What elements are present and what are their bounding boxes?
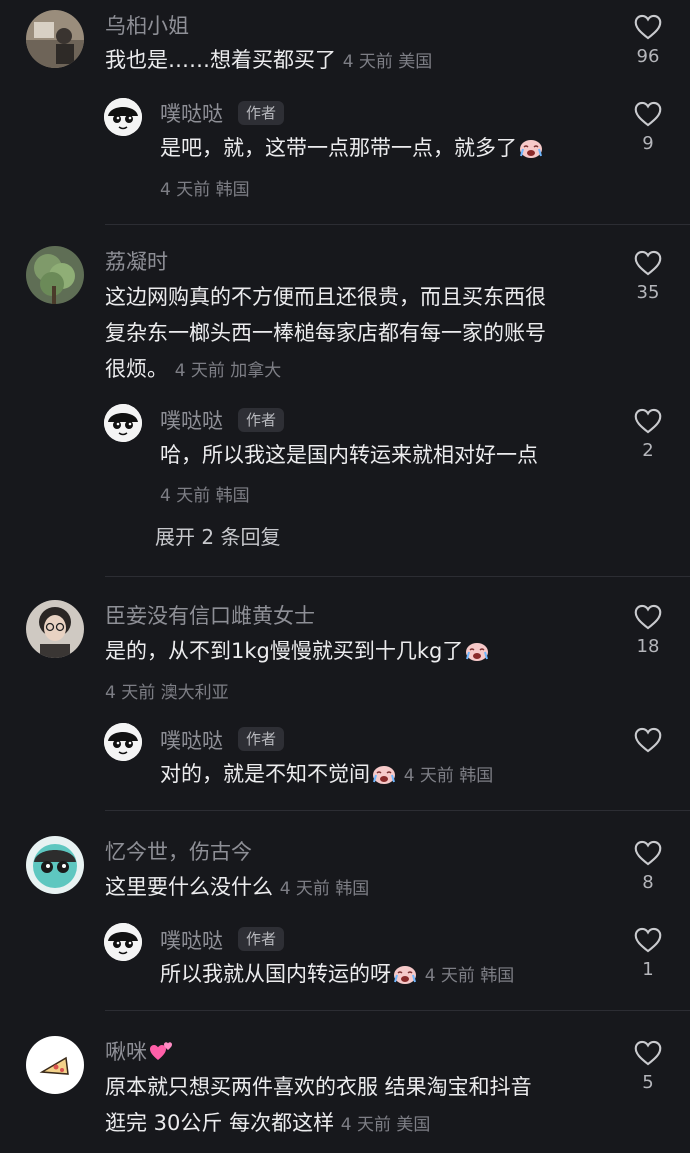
reply-meta: 4 天前 韩国 bbox=[160, 486, 250, 506]
author-badge: 作者 bbox=[238, 101, 285, 125]
heart-outline-icon bbox=[634, 604, 662, 630]
like-count: 96 bbox=[636, 46, 660, 67]
heart-outline-icon bbox=[634, 250, 662, 276]
crying-emoji-icon bbox=[520, 140, 542, 158]
like-button[interactable] bbox=[628, 727, 668, 753]
crying-emoji-icon bbox=[466, 643, 489, 661]
reply-meta: 4 天前 韩国 bbox=[424, 966, 515, 986]
comment-text: 我也是……想着买都买了 4 天前 美国 bbox=[105, 48, 433, 72]
author-badge: 作者 bbox=[238, 408, 285, 432]
comment-meta: 4 天前 美国 bbox=[340, 1115, 431, 1135]
comment-text: 逛完 30公斤 每次都这样 4 天前 美国 bbox=[105, 1111, 431, 1135]
pink-hearts-emoji-icon bbox=[150, 1042, 172, 1060]
reply-username[interactable]: 噗哒哒 bbox=[160, 925, 223, 955]
comment-meta: 4 天前 美国 bbox=[342, 52, 433, 72]
avatar[interactable] bbox=[26, 246, 84, 304]
avatar[interactable] bbox=[26, 1036, 84, 1094]
crying-emoji-icon bbox=[373, 766, 395, 784]
expand-replies-link[interactable]: 展开 2 条回复 bbox=[155, 521, 280, 550]
divider bbox=[105, 810, 690, 811]
comment-meta: 4 天前 加拿大 bbox=[174, 361, 282, 381]
author-avatar[interactable] bbox=[104, 404, 142, 442]
comment-username[interactable]: 臣妾没有信口雌黄女士 bbox=[105, 600, 315, 630]
heart-outline-icon bbox=[634, 408, 662, 434]
divider bbox=[105, 576, 690, 577]
heart-outline-icon bbox=[634, 101, 662, 127]
comment-username[interactable]: 啾咪 bbox=[105, 1036, 175, 1066]
heart-outline-icon bbox=[634, 840, 662, 866]
avatar[interactable] bbox=[26, 836, 84, 894]
avatar[interactable] bbox=[26, 10, 84, 68]
crying-emoji-icon bbox=[394, 966, 416, 984]
like-count: 9 bbox=[642, 133, 654, 154]
author-avatar[interactable] bbox=[104, 723, 142, 761]
heart-outline-icon bbox=[634, 927, 662, 953]
author-badge: 作者 bbox=[238, 727, 285, 751]
reply-text: 对的，就是不知不觉间 4 天前 韩国 bbox=[160, 762, 494, 786]
comment-username[interactable]: 荔凝时 bbox=[105, 246, 168, 276]
like-button[interactable]: 5 bbox=[628, 1040, 668, 1093]
like-button[interactable]: 9 bbox=[628, 101, 668, 154]
like-count: 35 bbox=[636, 282, 660, 303]
reply-username[interactable]: 噗哒哒 bbox=[160, 405, 223, 435]
like-count: 5 bbox=[642, 1072, 654, 1093]
reply-meta: 4 天前 韩国 bbox=[403, 766, 494, 786]
reply-text: 所以我就从国内转运的呀 4 天前 韩国 bbox=[160, 962, 515, 986]
like-button[interactable]: 2 bbox=[628, 408, 668, 461]
author-avatar[interactable] bbox=[104, 923, 142, 961]
divider bbox=[105, 1010, 690, 1011]
reply-username[interactable]: 噗哒哒 bbox=[160, 98, 223, 128]
divider bbox=[105, 224, 690, 225]
like-button[interactable]: 18 bbox=[628, 604, 668, 657]
comment-text: 很烦。 4 天前 加拿大 bbox=[105, 357, 282, 381]
avatar[interactable] bbox=[26, 600, 84, 658]
comment-meta: 4 天前 韩国 bbox=[279, 879, 370, 899]
reply-text: 是吧，就，这带一点那带一点，就多了 bbox=[160, 130, 544, 166]
reply-username[interactable]: 噗哒哒 bbox=[160, 725, 223, 755]
like-count: 1 bbox=[642, 959, 654, 980]
reply-text: 哈，所以我这是国内转运来就相对好一点 bbox=[160, 443, 538, 467]
comment-meta: 4 天前 澳大利亚 bbox=[105, 683, 229, 703]
like-count: 8 bbox=[642, 872, 654, 893]
heart-outline-icon bbox=[634, 1040, 662, 1066]
heart-outline-icon bbox=[634, 727, 662, 753]
like-count: 2 bbox=[642, 440, 654, 461]
comment-username[interactable]: 忆今世，伤古今 bbox=[105, 836, 252, 866]
comment-text: 是的，从不到1kg慢慢就买到十几kg了 bbox=[105, 633, 490, 669]
comment-text-line: 复杂东一榔头西一棒槌每家店都有每一家的账号 bbox=[105, 321, 546, 345]
heart-outline-icon bbox=[634, 14, 662, 40]
comment-username[interactable]: 乌桕小姐 bbox=[105, 10, 189, 40]
comment-text-line: 这边网购真的不方便而且还很贵，而且买东西很 bbox=[105, 285, 546, 309]
like-count: 18 bbox=[636, 636, 660, 657]
author-avatar[interactable] bbox=[104, 98, 142, 136]
comment-text: 这里要什么没什么 4 天前 韩国 bbox=[105, 875, 370, 899]
like-button[interactable]: 96 bbox=[628, 14, 668, 67]
comment-text-line: 原本就只想买两件喜欢的衣服 结果淘宝和抖音 bbox=[105, 1075, 532, 1099]
author-badge: 作者 bbox=[238, 927, 285, 951]
like-button[interactable]: 1 bbox=[628, 927, 668, 980]
like-button[interactable]: 8 bbox=[628, 840, 668, 893]
reply-meta: 4 天前 韩国 bbox=[160, 180, 250, 200]
like-button[interactable]: 35 bbox=[628, 250, 668, 303]
